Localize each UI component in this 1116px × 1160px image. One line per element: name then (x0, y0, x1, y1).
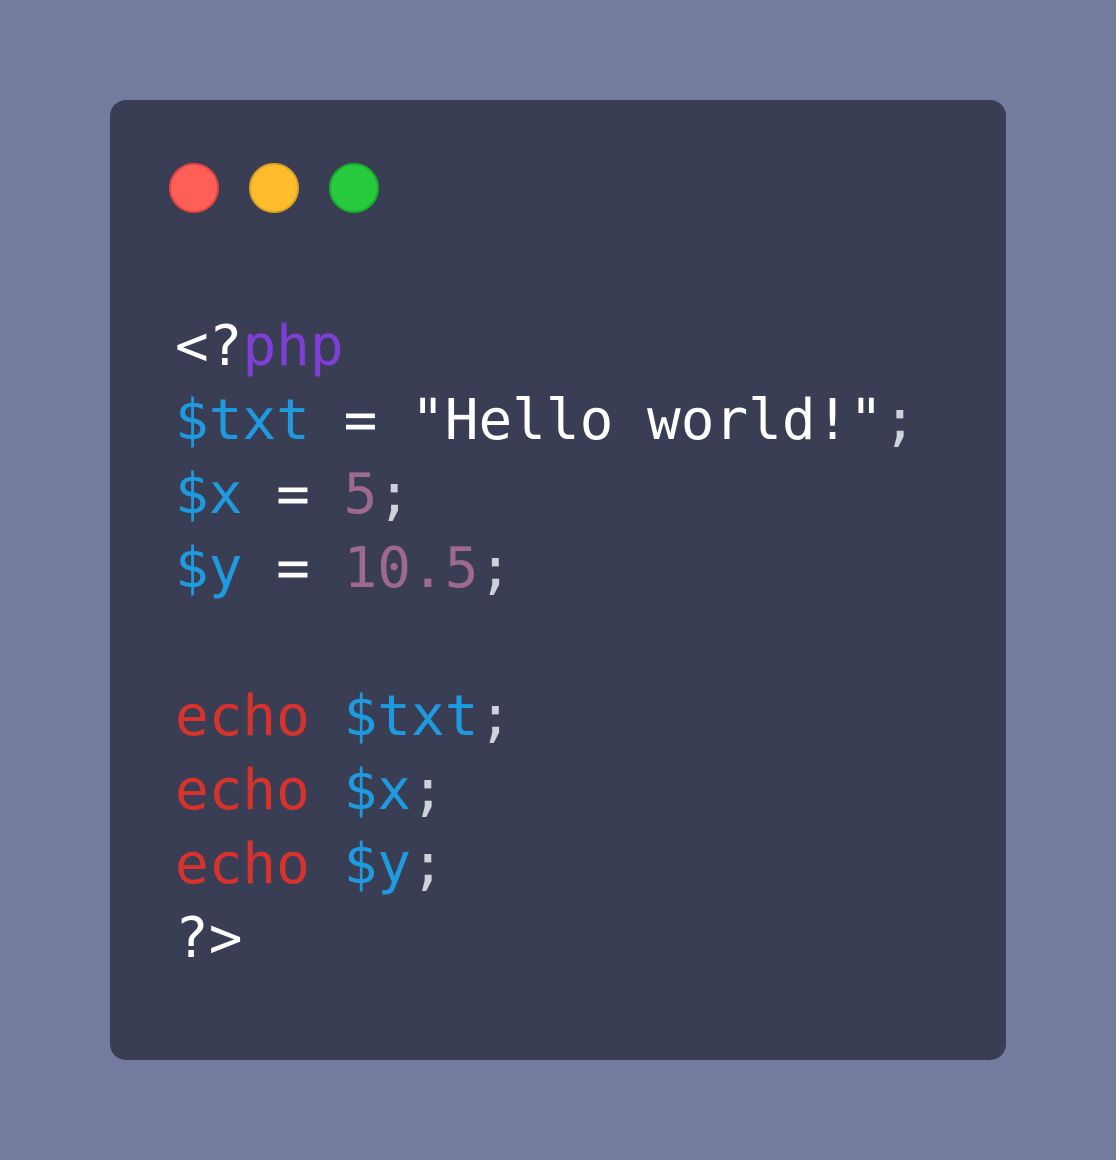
code-line: ?> (175, 902, 917, 976)
code-token-kw: php (242, 314, 344, 379)
code-line: $x = 5; (175, 458, 917, 532)
code-token-echo: echo (175, 758, 310, 823)
code-token-punct: ; (377, 462, 412, 527)
code-token-var: $txt (343, 684, 479, 749)
code-line: echo $y; (175, 828, 917, 902)
code-line: <?php (175, 310, 917, 384)
window-controls (169, 163, 379, 213)
code-token-echo: echo (175, 684, 310, 749)
code-token-var: $txt (175, 388, 310, 453)
code-token-plain: <? (175, 314, 243, 379)
code-token-var: $x (343, 758, 412, 823)
code-token-num: 5 (343, 462, 378, 527)
code-token-punct: ; (883, 388, 917, 453)
code-token-plain: = (242, 462, 344, 527)
code-token-punct: ; (411, 832, 445, 897)
code-token-punct: ; (411, 758, 445, 823)
code-line: echo $txt; (175, 680, 917, 754)
code-token-echo: echo (175, 832, 310, 897)
maximize-dot-icon[interactable] (329, 163, 379, 213)
code-token-punct: ; (478, 536, 513, 601)
code-token-plain: = (309, 388, 412, 453)
code-token-plain: ?> (175, 906, 243, 971)
code-block: <?php $txt = "Hello world!"; $x = 5; $y = 1… (175, 310, 917, 976)
code-window: <?php $txt = "Hello world!"; $x = 5; $y = 1… (110, 100, 1006, 1060)
code-token-punct: ; (478, 684, 513, 749)
code-token-num: 10.5 (343, 536, 479, 601)
code-line: $y = 10.5; (175, 532, 917, 606)
minimize-dot-icon[interactable] (249, 163, 299, 213)
code-token-var: $y (175, 536, 243, 601)
code-line: $txt = "Hello world!"; (175, 384, 917, 458)
code-token-var: $y (343, 832, 412, 897)
close-dot-icon[interactable] (169, 163, 219, 213)
code-line: echo $x; (175, 754, 917, 828)
code-token-plain: = (242, 536, 344, 601)
code-token-var: $x (175, 462, 243, 527)
code-token-plain: "Hello world!" (411, 388, 884, 453)
